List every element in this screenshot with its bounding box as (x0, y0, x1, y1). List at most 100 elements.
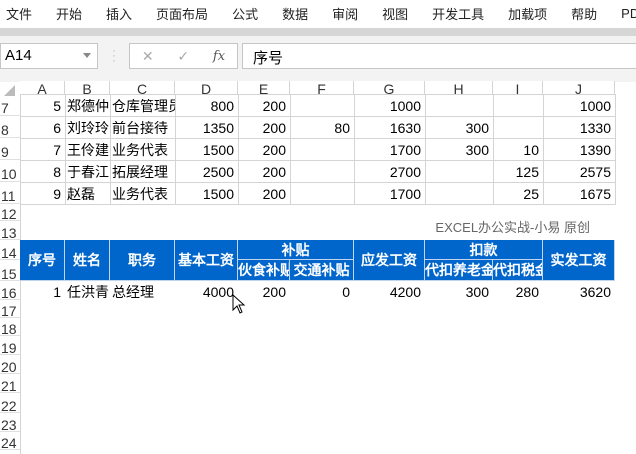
cell[interactable]: 于春江 (65, 165, 110, 179)
cell[interactable]: 拓展经理 (110, 165, 175, 179)
cancel-icon[interactable]: ✕ (142, 48, 154, 65)
row-header[interactable]: 13 (0, 221, 20, 241)
cell[interactable]: 1500 (175, 187, 238, 201)
header-allowance[interactable]: 补贴 (238, 240, 354, 260)
cell[interactable]: 80 (290, 121, 354, 135)
cell[interactable]: 5 (20, 99, 65, 113)
cell[interactable]: 200 (238, 187, 290, 201)
menu-item[interactable]: 公式 (226, 4, 258, 23)
cell[interactable]: 1675 (543, 187, 615, 201)
row-header[interactable]: 16 (0, 281, 20, 301)
chevron-down-icon[interactable] (83, 53, 91, 58)
row-header[interactable]: 9 (0, 138, 20, 160)
row-header[interactable]: 14 (0, 240, 20, 261)
header-net[interactable]: 实发工资 (543, 240, 615, 281)
cell[interactable]: 1500 (175, 143, 238, 157)
column-header-A[interactable]: A (20, 81, 65, 97)
cell[interactable]: 赵磊 (65, 187, 110, 201)
cell[interactable]: 1000 (354, 99, 425, 113)
column-header-I[interactable]: I (493, 81, 543, 97)
header-gross[interactable]: 应发工资 (354, 240, 425, 281)
cell[interactable]: 2500 (175, 165, 238, 179)
cell[interactable]: 1700 (354, 187, 425, 201)
column-header-G[interactable]: G (354, 81, 425, 97)
cell[interactable]: 25 (493, 187, 543, 201)
cell[interactable]: 800 (175, 99, 238, 113)
cell[interactable]: 2575 (543, 165, 615, 179)
cell[interactable]: 200 (238, 143, 290, 157)
cell[interactable]: 1700 (354, 143, 425, 157)
cell[interactable]: 300 (425, 121, 493, 135)
cell[interactable]: 300 (425, 285, 493, 299)
menu-item[interactable]: PDF (615, 6, 636, 21)
row-header[interactable]: 20 (0, 355, 20, 375)
row-header[interactable]: 10 (0, 160, 20, 182)
cell[interactable]: 仓库管理员 (110, 99, 175, 113)
cell[interactable]: 1 (20, 285, 65, 299)
header-meal[interactable]: 伙食补贴 (238, 260, 290, 281)
row-header[interactable]: 11 (0, 182, 20, 204)
cell[interactable]: 9 (20, 187, 65, 201)
row-header[interactable]: 15 (0, 260, 20, 282)
cell[interactable]: 4200 (354, 285, 425, 299)
row-header[interactable]: 21 (0, 374, 20, 394)
column-header-B[interactable]: B (65, 81, 110, 97)
cell[interactable]: 280 (493, 285, 543, 299)
cell[interactable]: 刘玲玲 (65, 121, 110, 135)
header-pension[interactable]: 代扣养老金 (425, 260, 493, 281)
menu-item[interactable]: 开发工具 (426, 4, 484, 23)
column-header-H[interactable]: H (425, 81, 493, 97)
cell[interactable]: 200 (238, 99, 290, 113)
cell[interactable]: 业务代表 (110, 143, 175, 157)
header-deduct[interactable]: 扣款 (425, 240, 543, 260)
menu-item[interactable]: 开始 (50, 4, 82, 23)
column-header-J[interactable]: J (543, 81, 615, 97)
menu-item[interactable]: 帮助 (565, 4, 597, 23)
cell[interactable]: 1000 (543, 99, 615, 113)
cell[interactable]: 2700 (354, 165, 425, 179)
cell[interactable]: 4000 (175, 285, 238, 299)
row-header[interactable]: 22 (0, 393, 20, 414)
cell[interactable]: 0 (290, 285, 354, 299)
row-header[interactable]: 17 (0, 300, 20, 319)
menu-item[interactable]: 文件 (0, 4, 32, 23)
column-header-E[interactable]: E (238, 81, 290, 97)
cell[interactable]: 8 (20, 165, 65, 179)
row-header[interactable]: 18 (0, 318, 20, 337)
cell[interactable]: 125 (493, 165, 543, 179)
column-header-D[interactable]: D (175, 81, 238, 97)
header-transport[interactable]: 交通补贴 (290, 260, 354, 281)
row-header[interactable]: 7 (0, 94, 20, 116)
insert-function-icon[interactable]: fx (213, 49, 225, 64)
cell[interactable]: 总经理 (110, 285, 175, 299)
formula-input[interactable]: 序号 (242, 43, 636, 69)
row-header[interactable]: 12 (0, 204, 20, 222)
cell[interactable]: 1330 (543, 121, 615, 135)
header-base[interactable]: 基本工资 (175, 240, 238, 281)
menu-item[interactable]: 页面布局 (150, 4, 208, 23)
menu-item[interactable]: 视图 (376, 4, 408, 23)
cell[interactable]: 7 (20, 143, 65, 157)
cell[interactable]: 200 (238, 121, 290, 135)
cell[interactable]: 10 (493, 143, 543, 157)
menu-item[interactable]: 数据 (276, 4, 308, 23)
column-header-C[interactable]: C (110, 81, 175, 97)
cell[interactable]: 6 (20, 121, 65, 135)
header-tax[interactable]: 代扣税金 (493, 260, 543, 281)
cell[interactable]: 前台接待 (110, 121, 175, 135)
header-seq[interactable]: 序号 (20, 240, 65, 281)
cell[interactable]: 1390 (543, 143, 615, 157)
cell[interactable]: 1350 (175, 121, 238, 135)
cell[interactable]: 300 (425, 143, 493, 157)
row-header[interactable]: 8 (0, 116, 20, 138)
header-role[interactable]: 职务 (110, 240, 175, 281)
row-header[interactable]: 24 (0, 432, 20, 451)
column-header-F[interactable]: F (290, 81, 354, 97)
spreadsheet-grid[interactable]: A B C D E F G H I J 7 5 郑德仲 仓库管理员 800 200 1000 1000 8 6 刘玲玲前… (0, 81, 636, 454)
menu-item[interactable]: 加载项 (502, 4, 547, 23)
cell[interactable]: 王伶建 (65, 143, 110, 157)
cell[interactable]: 200 (238, 165, 290, 179)
cell[interactable]: 1630 (354, 121, 425, 135)
menu-item[interactable]: 审阅 (326, 4, 358, 23)
menu-item[interactable]: 插入 (100, 4, 132, 23)
